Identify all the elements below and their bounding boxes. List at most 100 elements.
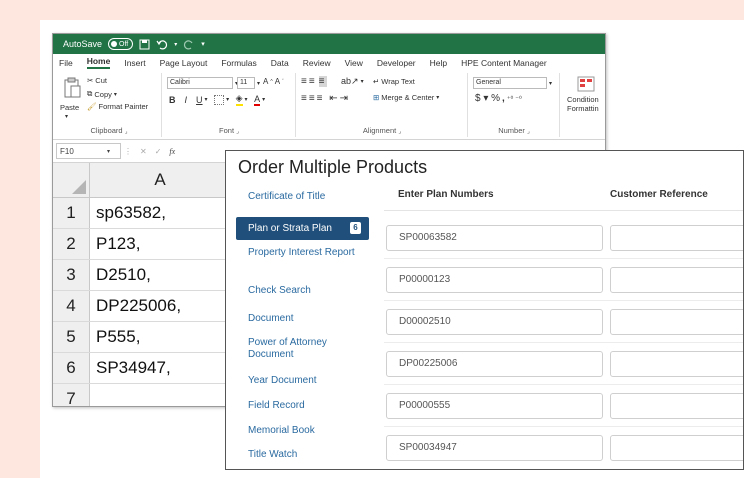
underline-icon[interactable]: U [196, 95, 203, 105]
menu-page-layout[interactable]: Page Layout [160, 58, 208, 68]
plan-number-input[interactable]: P00000555 [386, 393, 603, 419]
cell-a1[interactable]: sp63582, [90, 198, 230, 228]
orientation-icon[interactable]: ab↗ ▾ [341, 76, 364, 87]
cut-label: Cut [95, 76, 107, 85]
format-painter-button[interactable]: 🖌 Format Painter [87, 102, 148, 111]
alignment-group-label: Alignment ⌟ [362, 126, 402, 135]
row-number[interactable]: 3 [53, 260, 90, 290]
menu-file[interactable]: File [59, 58, 73, 68]
name-box[interactable]: F10 [56, 143, 121, 159]
font-size-select[interactable]: 11 ▾ [237, 77, 260, 89]
save-icon[interactable] [139, 39, 150, 50]
count-badge: 6 [350, 222, 361, 234]
row-number[interactable]: 4 [53, 291, 90, 321]
undo-icon[interactable] [156, 39, 168, 50]
font-grow-shrink-icon[interactable]: A ^ Aˇ [263, 77, 284, 86]
column-header-a[interactable]: A [90, 163, 231, 197]
plan-number-input[interactable]: SP00063582 [386, 225, 603, 251]
sidebar-item-check-search[interactable]: Check Search [236, 285, 369, 307]
menu-view[interactable]: View [345, 58, 363, 68]
cell-a2[interactable]: P123, [90, 229, 230, 259]
horizontal-align-icons[interactable]: ≡≡≡ ⇤⇥ [301, 93, 350, 104]
customer-reference-input[interactable] [610, 267, 743, 293]
brush-icon: 🖌 [87, 102, 97, 111]
cell-a4[interactable]: DP225006, [90, 291, 230, 321]
merge-icon: ⊞ [373, 93, 380, 102]
number-format-icons[interactable]: $ ▾ % , ⁺⁰ ⁻⁰ [475, 93, 522, 104]
cancel-icon[interactable]: ✕ [140, 147, 147, 156]
row-number[interactable]: 7 [53, 384, 90, 406]
plan-number-input[interactable]: DP00225006 [386, 351, 603, 377]
vertical-align-icons[interactable]: ≡≡ ≡ [301, 76, 327, 87]
function-icon[interactable]: fx [169, 147, 175, 156]
menu-developer[interactable]: Developer [377, 58, 416, 68]
scissors-icon: ✂ [87, 76, 94, 85]
sidebar-item-title-watch[interactable]: Title Watch [236, 449, 369, 469]
menu-help[interactable]: Help [430, 58, 447, 68]
font-group-label: Font ⌟ [219, 126, 239, 135]
sidebar-item-power-of-attorney-document[interactable]: Power of Attorney Document [236, 337, 369, 371]
cell-a3[interactable]: D2510, [90, 260, 230, 290]
menu-formulas[interactable]: Formulas [221, 58, 256, 68]
conditional-formatting-button[interactable]: Condition Formattin [561, 73, 605, 137]
cell-a6[interactable]: SP34947, [90, 353, 230, 383]
paste-dropdown-icon[interactable]: ▾ [65, 113, 68, 120]
menu-home[interactable]: Home [86, 56, 111, 69]
customer-reference-input[interactable] [610, 225, 743, 251]
cell-a7[interactable] [90, 384, 230, 406]
row-number[interactable]: 6 [53, 353, 90, 383]
bold-icon[interactable]: B [169, 95, 176, 105]
dropdown-arrow-icon[interactable]: ▾ [174, 41, 177, 48]
menu-review[interactable]: Review [303, 58, 331, 68]
number-format-select[interactable]: General ▾ [473, 77, 552, 89]
format-painter-label: Format Painter [98, 102, 149, 111]
copy-button[interactable]: ⧉ Copy ▾ [87, 89, 117, 99]
row-number[interactable]: 1 [53, 198, 90, 228]
customer-reference-input[interactable] [610, 435, 743, 461]
fill-color-icon[interactable]: ◈ [235, 93, 243, 106]
name-box-dropdown-icon[interactable]: ▾ [107, 148, 110, 155]
sidebar-item-label: Memorial Book [248, 425, 315, 436]
autosave-toggle[interactable]: Off [108, 38, 134, 50]
conditional-label-1: Condition [567, 95, 599, 104]
backdrop-top [0, 0, 744, 20]
italic-icon[interactable]: I [185, 95, 188, 105]
row-number[interactable]: 5 [53, 322, 90, 352]
sidebar-item-year-document[interactable]: Year Document [236, 375, 369, 397]
customer-reference-input[interactable] [610, 393, 743, 419]
sidebar-item-certificate-of-title[interactable]: Certificate of Title [236, 191, 369, 209]
enter-icon[interactable]: ✓ [155, 147, 162, 156]
row-divider [384, 300, 743, 301]
clipboard-group: Paste ▾ ✂ Cut ⧉ Copy ▾ 🖌 Format Painter Clip… [57, 73, 162, 137]
plan-number-input[interactable]: D00002510 [386, 309, 603, 335]
customize-toolbar-icon[interactable]: ▾ [201, 40, 205, 48]
customer-reference-column-header: Customer Reference [610, 189, 708, 200]
wrap-text-button[interactable]: ↵ Wrap Text [373, 77, 415, 86]
sidebar-item-property-interest-report[interactable]: Property Interest Report [236, 247, 369, 279]
borders-icon[interactable] [214, 94, 225, 105]
select-all-corner[interactable] [53, 163, 90, 197]
paste-label[interactable]: Paste [60, 103, 79, 112]
paste-icon[interactable] [63, 77, 81, 99]
sidebar-item-document[interactable]: Document [236, 313, 369, 335]
cell-a5[interactable]: P555, [90, 322, 230, 352]
plan-number-input[interactable]: P00000123 [386, 267, 603, 293]
customer-reference-input[interactable] [610, 351, 743, 377]
menu-insert[interactable]: Insert [124, 58, 145, 68]
font-color-icon[interactable]: A [254, 94, 261, 106]
redo-icon[interactable] [183, 39, 195, 50]
sidebar-item-field-record[interactable]: Field Record [236, 400, 369, 422]
formula-bar-divider: ⋮ [124, 146, 133, 156]
menu-data[interactable]: Data [271, 58, 289, 68]
sidebar-item-label: Power of Attorney Document [248, 337, 327, 360]
customer-reference-input[interactable] [610, 309, 743, 335]
plan-number-input[interactable]: SP00034947 [386, 435, 603, 461]
merge-center-button[interactable]: ⊞ Merge & Center ▾ [373, 93, 439, 102]
cut-button[interactable]: ✂ Cut [87, 76, 107, 85]
menu-hpe-content-manager[interactable]: HPE Content Manager [461, 58, 547, 68]
row-divider [384, 426, 743, 427]
sidebar-item-memorial-book[interactable]: Memorial Book [236, 425, 369, 447]
font-name-select[interactable]: Calibri▾ [167, 77, 238, 89]
sidebar-item-plan-or-strata-plan[interactable]: Plan or Strata Plan 6 [236, 217, 369, 240]
row-number[interactable]: 2 [53, 229, 90, 259]
